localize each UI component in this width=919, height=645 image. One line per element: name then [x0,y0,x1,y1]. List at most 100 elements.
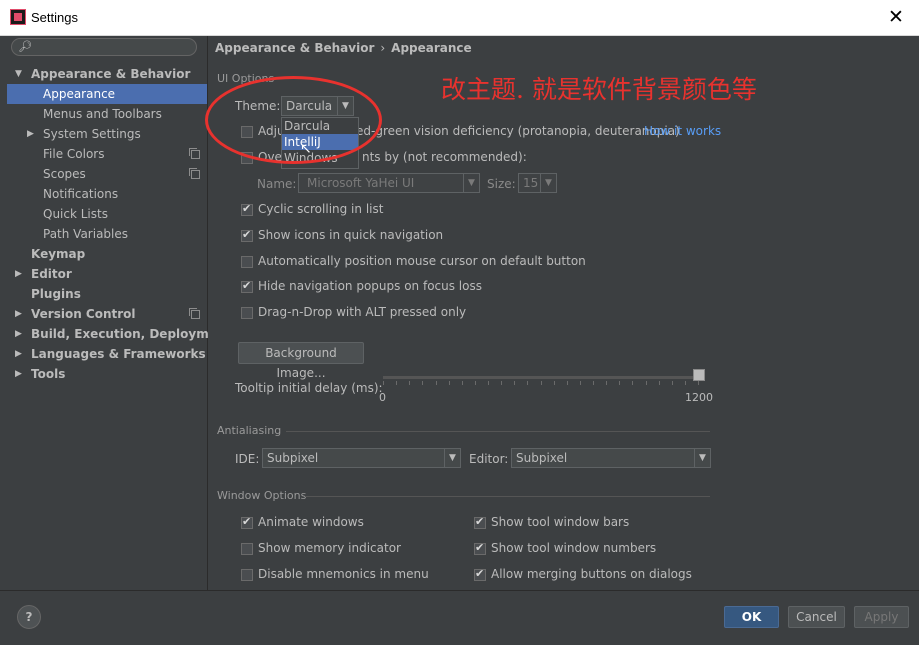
how-it-works-link[interactable]: How it works [644,124,721,138]
sidebar-item-plugins[interactable]: Plugins [7,284,207,304]
chevron-down-icon: ▼ [444,449,460,467]
disable-mnemonics-label: Disable mnemonics in menu [258,567,429,581]
search-icon: 🔎︎ [18,40,32,53]
slider-tick [461,381,463,385]
sidebar-item-label: Keymap [31,247,86,261]
slider-tick [435,381,437,385]
slider-tick [632,381,634,385]
sidebar-item-path-variables[interactable]: Path Variables [7,224,207,244]
collapsed-arrow-icon[interactable]: ▶ [15,344,22,364]
sidebar-item-build-execution[interactable]: ▶ Build, Execution, Deployment [7,324,231,344]
sidebar-item-version-control[interactable]: ▶ Version Control [7,304,207,324]
tool-window-numbers-checkbox[interactable] [474,541,486,555]
sidebar-item-label: Languages & Frameworks [31,347,206,361]
override-fonts-label-end: nts by (not recommended): [362,150,527,164]
sidebar-item-languages[interactable]: ▶ Languages & Frameworks [7,344,207,364]
memory-indicator-checkbox[interactable] [241,543,253,555]
slider-tick [383,381,384,385]
slider-tick [553,381,555,385]
disable-mnemonics-checkbox[interactable] [241,569,253,581]
sidebar-item-label: System Settings [43,127,141,141]
ok-button[interactable]: OK [724,606,779,628]
settings-content: Appearance & Behavior › Appearance UI Opti… [205,36,919,590]
window-title: Settings [31,10,78,25]
tool-window-bars-checkbox[interactable] [474,515,486,529]
show-icons-checkbox[interactable] [241,228,253,242]
sidebar-item-keymap[interactable]: Keymap [7,244,207,264]
sidebar-item-menus-toolbars[interactable]: Menus and Toolbars [7,104,207,124]
sidebar-item-label: Version Control [31,307,136,321]
sidebar-item-label: Menus and Toolbars [43,107,162,121]
slider-tick [396,381,398,385]
slider-tick [593,381,594,385]
antialiasing-group-label: Antialiasing [217,424,282,437]
chevron-down-icon: ▼ [463,174,479,192]
sidebar-item-file-colors[interactable]: File Colors [7,144,207,164]
collapsed-arrow-icon[interactable]: ▶ [27,124,34,144]
search-field[interactable]: 🔎︎ [11,38,197,56]
sidebar-item-label: Appearance & Behavior [31,67,191,81]
cancel-button[interactable]: Cancel [788,606,845,628]
breadcrumb-separator: › [380,41,386,55]
auto-position-checkbox[interactable] [241,256,253,268]
tool-window-numbers-label: Show tool window numbers [491,541,657,555]
sidebar-item-appearance[interactable]: Appearance [7,84,207,104]
hide-popups-checkbox[interactable] [241,279,253,293]
expanded-arrow-icon[interactable]: ▼ [15,64,22,84]
slider-tick [501,381,503,385]
editor-antialiasing-value: Subpixel [516,451,568,465]
ide-antialiasing-value: Subpixel [267,451,319,465]
font-name-value: Microsoft YaHei UI [307,176,415,190]
help-button[interactable]: ? [17,605,41,629]
tooltip-delay-slider[interactable] [383,376,698,379]
sidebar-item-label: Quick Lists [43,207,108,221]
collapsed-arrow-icon[interactable]: ▶ [15,304,22,324]
ide-antialiasing-select[interactable]: Subpixel ▼ [262,448,461,468]
chevron-down-icon: ▼ [694,449,710,467]
sidebar-item-editor[interactable]: ▶ Editor [7,264,207,284]
ide-label: IDE: [235,452,260,466]
editor-antialiasing-select[interactable]: Subpixel ▼ [511,448,711,468]
project-copy-icon [189,148,200,159]
merging-buttons-checkbox[interactable] [474,567,486,581]
adjust-colors-label-end: ed-green vision deficiency (protanopia, … [356,124,680,138]
sidebar-item-notifications[interactable]: Notifications [7,184,207,204]
group-divider [305,496,710,497]
collapsed-arrow-icon[interactable]: ▶ [15,264,22,284]
slider-tick [474,381,476,385]
slider-tick [645,381,647,385]
animate-windows-checkbox[interactable] [241,515,253,529]
breadcrumb-parent: Appearance & Behavior [215,41,375,55]
sidebar-item-tools[interactable]: ▶ Tools [7,364,207,384]
settings-dialog: 🔎︎ ▼ Appearance & Behavior Appearance Me… [0,36,919,645]
sidebar-item-label: Build, Execution, Deployment [31,327,232,341]
sidebar-item-scopes[interactable]: Scopes [7,164,207,184]
tool-window-bars-label: Show tool window bars [491,515,630,529]
font-size-label: Size: [487,177,516,191]
sidebar-item-label: Path Variables [43,227,129,241]
annotation-text: 改主题. 就是软件背景颜色等 [441,75,757,104]
sidebar-item-quick-lists[interactable]: Quick Lists [7,204,207,224]
slider-tick [488,381,489,385]
breadcrumb: Appearance & Behavior › Appearance [215,41,472,55]
slider-thumb[interactable] [693,369,705,381]
sidebar-item-appearance-behavior[interactable]: ▼ Appearance & Behavior [7,64,207,84]
project-copy-icon [189,168,200,179]
slider-tick [527,381,529,385]
apply-button[interactable]: Apply [854,606,909,628]
cyclic-scrolling-checkbox[interactable] [241,202,253,216]
collapsed-arrow-icon[interactable]: ▶ [15,324,22,344]
dialog-footer: ? OK Cancel Apply [0,590,919,645]
slider-tick [606,381,608,385]
sidebar-item-label: Tools [31,367,66,381]
background-image-button[interactable]: Background Image... [238,342,364,380]
font-name-select[interactable]: Microsoft YaHei UI ▼ [298,173,480,193]
show-icons-label: Show icons in quick navigation [258,228,444,242]
font-size-select[interactable]: 15 ▼ [518,173,557,193]
close-icon[interactable]: ✕ [873,0,919,35]
sidebar-item-system-settings[interactable]: ▶ System Settings [7,124,207,144]
slider-max-label: 1200 [685,391,713,404]
drag-drop-checkbox[interactable] [241,307,253,319]
collapsed-arrow-icon[interactable]: ▶ [15,364,22,384]
sidebar-item-label: Scopes [43,167,86,181]
